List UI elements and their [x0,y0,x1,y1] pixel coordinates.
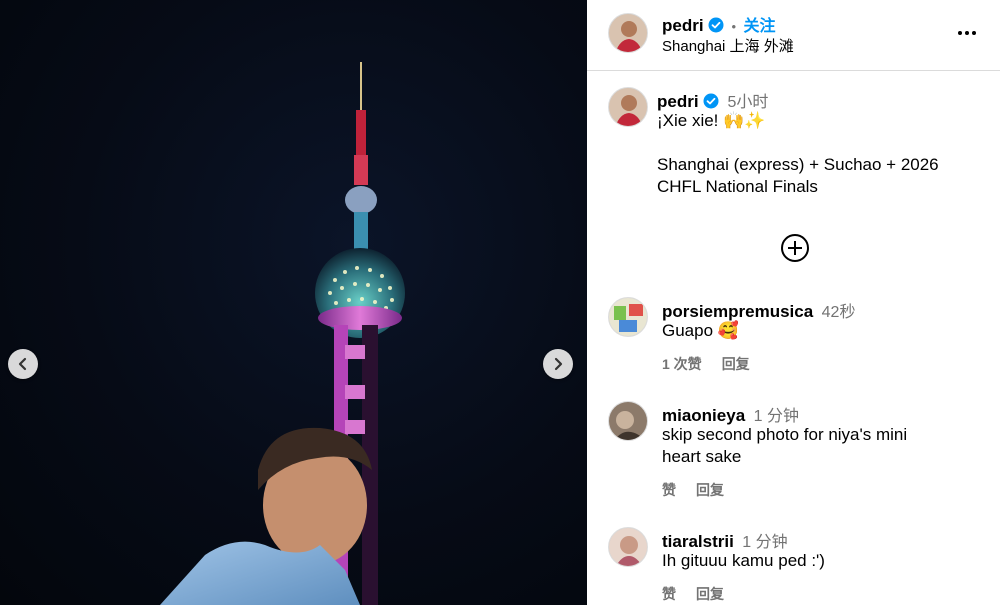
comment-username[interactable]: miaonieya [662,406,745,425]
post-side-panel: pedri • 关注 Shanghai 上海 外滩 pedri 5小时 ¡Xie… [587,0,1000,605]
verified-badge-icon [703,93,719,109]
author-avatar-image [609,14,647,52]
comment-reply-button[interactable]: 回复 [696,586,724,602]
comment-avatar[interactable] [608,297,648,337]
post-photo[interactable] [0,0,587,605]
comment-actions: 1 次赞 回复 [662,354,770,374]
follow-button[interactable]: 关注 [743,18,775,35]
caption-line-1: ¡Xie xie! 🙌✨ [657,111,766,130]
comment-username[interactable]: tiaralstrii [662,532,734,551]
add-circle-icon[interactable] [780,233,810,263]
comment-actions: 赞 回复 [662,584,744,604]
comment-reply-button[interactable]: 回复 [696,482,724,498]
post-header: pedri • 关注 Shanghai 上海 外滩 [587,0,1000,71]
post-location[interactable]: Shanghai 上海 外滩 [662,35,794,56]
previous-photo-button[interactable] [8,349,38,379]
comment-text: Guapo 🥰 [662,321,739,340]
comment-time: 1 分钟 [742,534,788,551]
comment-username[interactable]: porsiempremusica [662,302,813,321]
comment-time: 42秒 [821,304,856,321]
caption-line-3: CHFL National Finals [657,177,818,196]
photo-scene [160,62,405,605]
comment-avatar[interactable] [608,527,648,567]
caption-time: 5小时 [727,94,769,111]
author-avatar[interactable] [608,13,648,53]
comment-actions: 赞 回复 [662,480,744,500]
chevron-left-icon [18,357,27,371]
verified-badge-icon [708,17,724,33]
comment-text: Ih gituuu kamu ped :') [662,551,825,570]
caption-username[interactable]: pedri [657,92,699,111]
comment-likes-button[interactable]: 1 次赞 [662,356,702,372]
next-photo-button[interactable] [543,349,573,379]
author-username[interactable]: pedri [662,16,704,35]
comment-reply-button[interactable]: 回复 [722,356,750,372]
more-options-icon[interactable] [956,22,978,44]
caption-line-2: Shanghai (express) + Suchao + 2026 [657,155,939,174]
comment-avatar-image [609,528,647,566]
comment-avatar-image [609,298,647,336]
comment-like-button[interactable]: 赞 [662,586,676,602]
comment-time: 1 分钟 [753,408,799,425]
comment-text: skip second photo for niya's mini [662,425,908,444]
comment-avatar-image [609,402,647,440]
caption-avatar[interactable] [608,87,648,127]
header-separator: • [731,19,737,34]
chevron-right-icon [554,357,563,371]
comment-avatar[interactable] [608,401,648,441]
comment-like-button[interactable]: 赞 [662,482,676,498]
comment-text: heart sake [662,447,742,466]
caption-avatar-image [609,88,647,126]
